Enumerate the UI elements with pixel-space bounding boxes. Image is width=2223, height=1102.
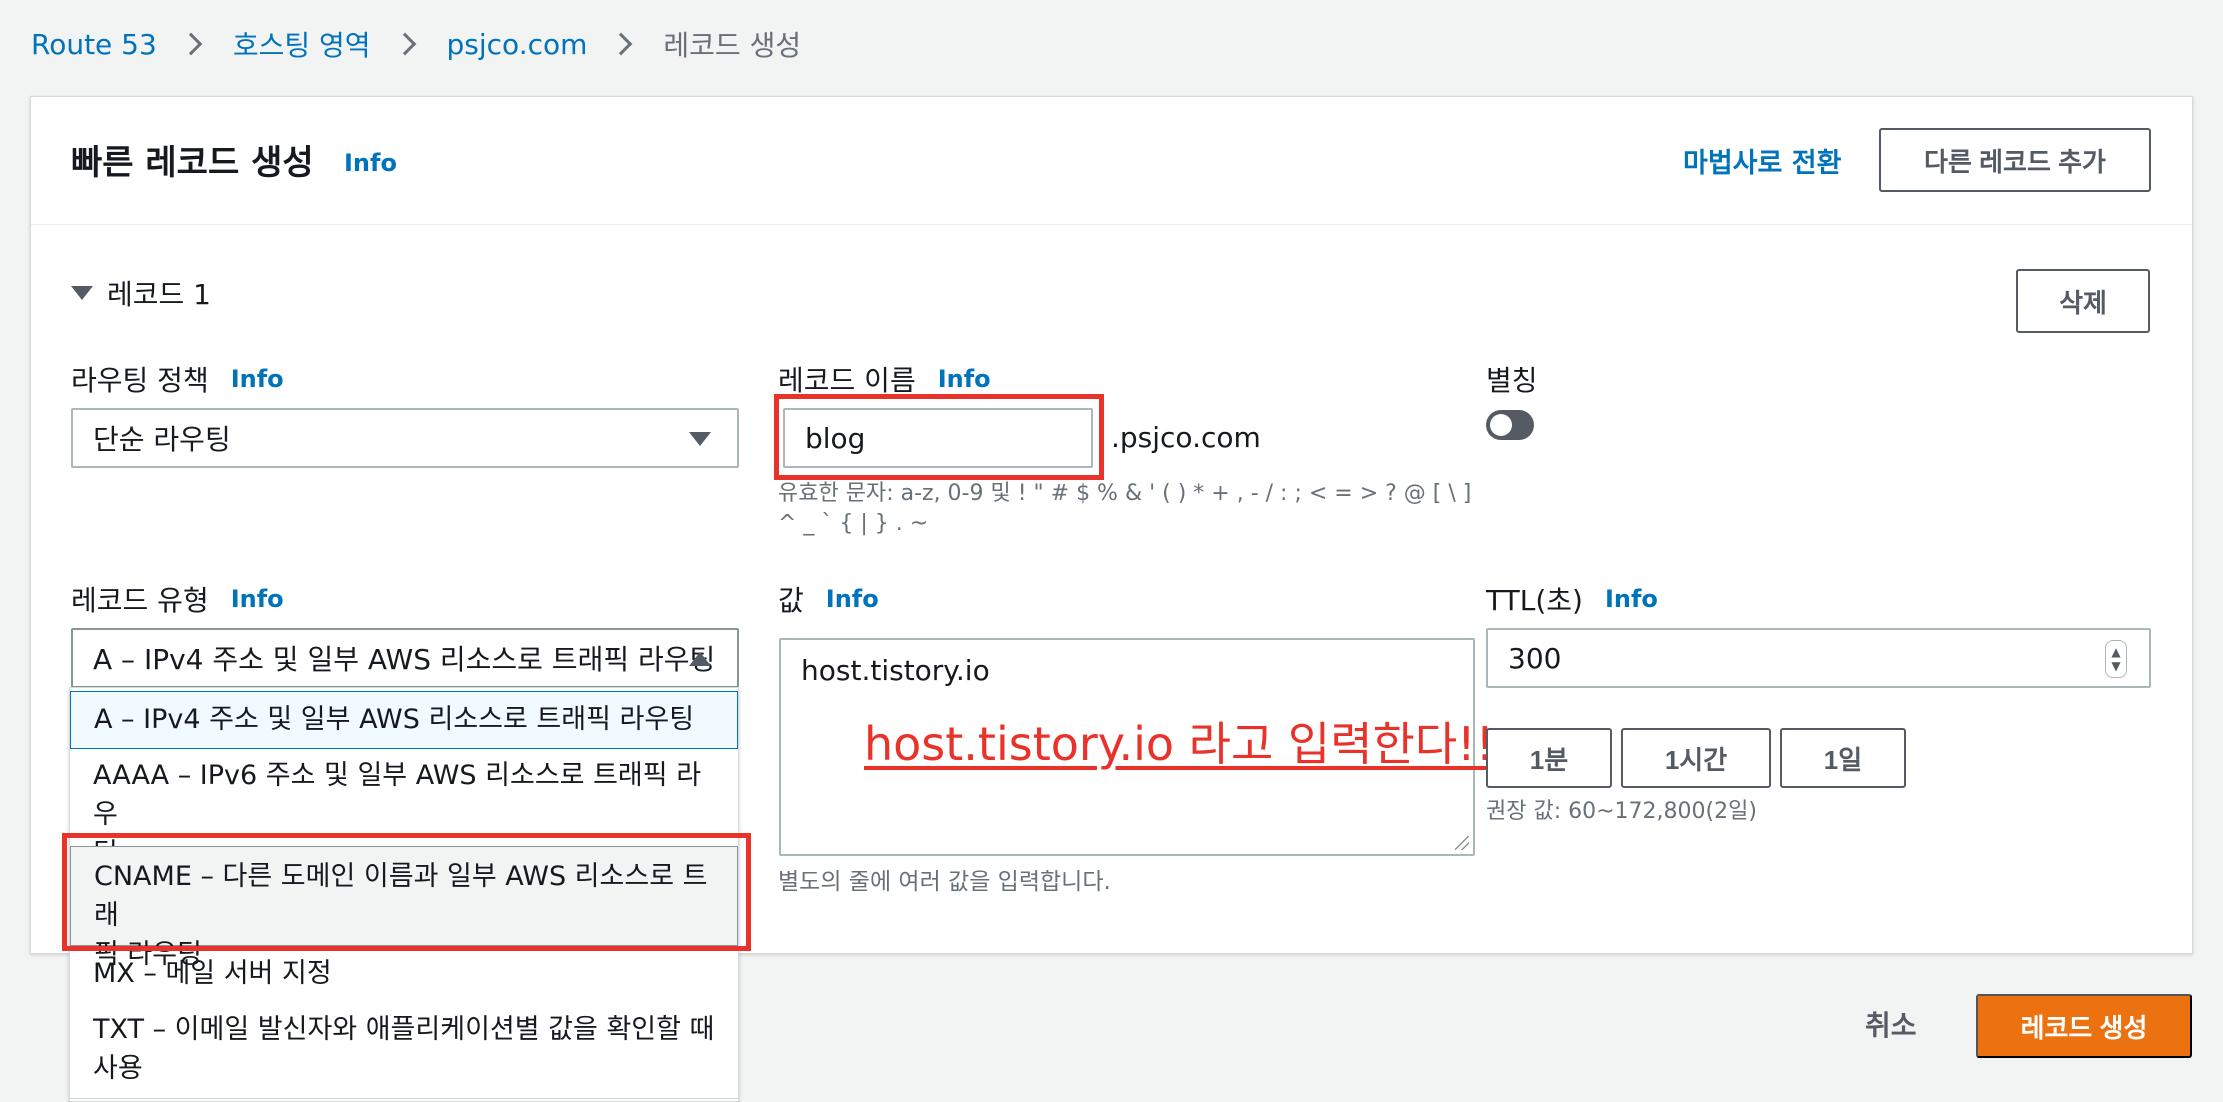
record-name-suffix: .psjco.com <box>1111 421 1261 454</box>
ttl-1day-button[interactable]: 1일 <box>1780 728 1906 788</box>
record-type-option-a[interactable]: A – IPv4 주소 및 일부 AWS 리소스로 트래픽 라우팅 <box>70 691 738 749</box>
breadcrumb-hosted-zones[interactable]: 호스팅 영역 <box>233 24 371 64</box>
add-another-record-button[interactable]: 다른 레코드 추가 <box>1879 128 2151 192</box>
ttl-label-text: TTL(초) <box>1486 584 1583 617</box>
switch-to-wizard-link[interactable]: 마법사로 전환 <box>1683 141 1841 180</box>
chevron-right-icon <box>179 32 203 56</box>
chevron-right-icon <box>393 32 416 56</box>
caret-up-icon <box>689 652 711 666</box>
routing-policy-info-link[interactable]: Info <box>231 365 284 393</box>
panel-header: 빠른 레코드 생성 Info 마법사로 전환 다른 레코드 추가 <box>31 97 2192 225</box>
panel-title: 빠른 레코드 생성 <box>71 143 314 183</box>
caret-down-icon <box>689 432 711 446</box>
option-txt-line-2: 사용 <box>93 1053 143 1084</box>
ttl-label: TTL(초) Info <box>1486 579 1658 619</box>
record-1-label: 레코드 1 <box>107 278 211 311</box>
triangle-down-icon <box>71 286 93 300</box>
option-a-label: A – IPv4 주소 및 일부 AWS 리소스로 트래픽 라우팅 <box>94 704 695 735</box>
resize-handle-icon[interactable] <box>1455 836 1469 850</box>
option-txt-line-1: TXT – 이메일 발신자와 애플리케이션별 값을 확인할 때 <box>93 1014 715 1045</box>
value-hint: 별도의 줄에 여러 값을 입력합니다. <box>778 869 1111 895</box>
breadcrumb-current: 레코드 생성 <box>663 29 802 62</box>
record-1-toggle[interactable]: 레코드 1 <box>71 273 211 313</box>
dropdown-divider <box>70 1098 738 1099</box>
routing-policy-select[interactable]: 단순 라우팅 <box>71 408 739 468</box>
create-records-button[interactable]: 레코드 생성 <box>1976 994 2192 1058</box>
option-mx-label: MX – 메일 서버 지정 <box>93 958 332 989</box>
ttl-value: 300 <box>1508 641 1562 675</box>
record-type-option-txt[interactable]: TXT – 이메일 발신자와 애플리케이션별 값을 확인할 때 사용 <box>70 1004 738 1090</box>
record-type-label: 레코드 유형 Info <box>71 579 284 619</box>
record-name-label-text: 레코드 이름 <box>778 364 916 397</box>
routing-policy-value: 단순 라우팅 <box>93 423 231 456</box>
alias-toggle[interactable] <box>1486 410 1534 440</box>
record-type-option-mx[interactable]: MX – 메일 서버 지정 <box>70 954 738 998</box>
value-info-link[interactable]: Info <box>826 585 879 613</box>
record-name-hint-line-1: 유효한 문자: a-z, 0-9 및 ! " # $ % & ' ( ) * +… <box>778 481 1472 506</box>
routing-policy-label: 라우팅 정책 Info <box>71 359 284 399</box>
highlight-box-cname <box>62 833 751 951</box>
ttl-info-link[interactable]: Info <box>1605 585 1658 613</box>
breadcrumb-zone[interactable]: psjco.com <box>447 28 588 61</box>
record-name-info-link[interactable]: Info <box>938 365 991 393</box>
option-aaaa-line-1: AAAA – IPv6 주소 및 일부 AWS 리소스로 트래픽 라우 <box>93 760 702 830</box>
value-text: host.tistory.io <box>801 654 990 687</box>
record-type-info-link[interactable]: Info <box>231 585 284 613</box>
ttl-1hour-button[interactable]: 1시간 <box>1621 728 1771 788</box>
annotation-text: host.tistory.io 라고 입력한다!! <box>864 717 1495 771</box>
record-type-value: A – IPv4 주소 및 일부 AWS 리소스로 트래픽 라우팅 <box>93 643 716 676</box>
ttl-input[interactable]: 300 ▲ ▼ <box>1486 628 2151 688</box>
breadcrumb-route53[interactable]: Route 53 <box>31 28 157 61</box>
breadcrumb: Route 53 호스팅 영역 psjco.com 레코드 생성 <box>31 24 801 64</box>
ttl-1min-button[interactable]: 1분 <box>1486 728 1612 788</box>
spinner-icon[interactable]: ▲ ▼ <box>2105 640 2127 678</box>
value-label: 값 Info <box>778 579 879 619</box>
ttl-hint: 권장 값: 60~172,800(2일) <box>1486 799 1757 824</box>
record-type-option-aaaa[interactable]: AAAA – IPv6 주소 및 일부 AWS 리소스로 트래픽 라우 팅 <box>70 756 738 869</box>
toggle-knob <box>1490 414 1512 436</box>
panel-info-link[interactable]: Info <box>344 149 397 177</box>
value-label-text: 값 <box>778 584 804 617</box>
chevron-right-icon <box>610 32 633 56</box>
highlight-box-record-name <box>774 394 1104 480</box>
record-name-label: 레코드 이름 Info <box>778 359 991 399</box>
delete-button[interactable]: 삭제 <box>2016 269 2150 333</box>
record-name-hint-line-2: ^ _ ` { | } . ~ <box>778 511 929 536</box>
alias-label: 별칭 <box>1486 364 1538 397</box>
value-textarea[interactable]: host.tistory.io host.tistory.io 라고 입력한다!… <box>779 638 1494 856</box>
record-type-select[interactable]: A – IPv4 주소 및 일부 AWS 리소스로 트래픽 라우팅 <box>71 628 739 688</box>
routing-policy-label-text: 라우팅 정책 <box>71 364 209 397</box>
record-type-label-text: 레코드 유형 <box>71 584 209 617</box>
cancel-button[interactable]: 취소 <box>1865 1004 1917 1044</box>
